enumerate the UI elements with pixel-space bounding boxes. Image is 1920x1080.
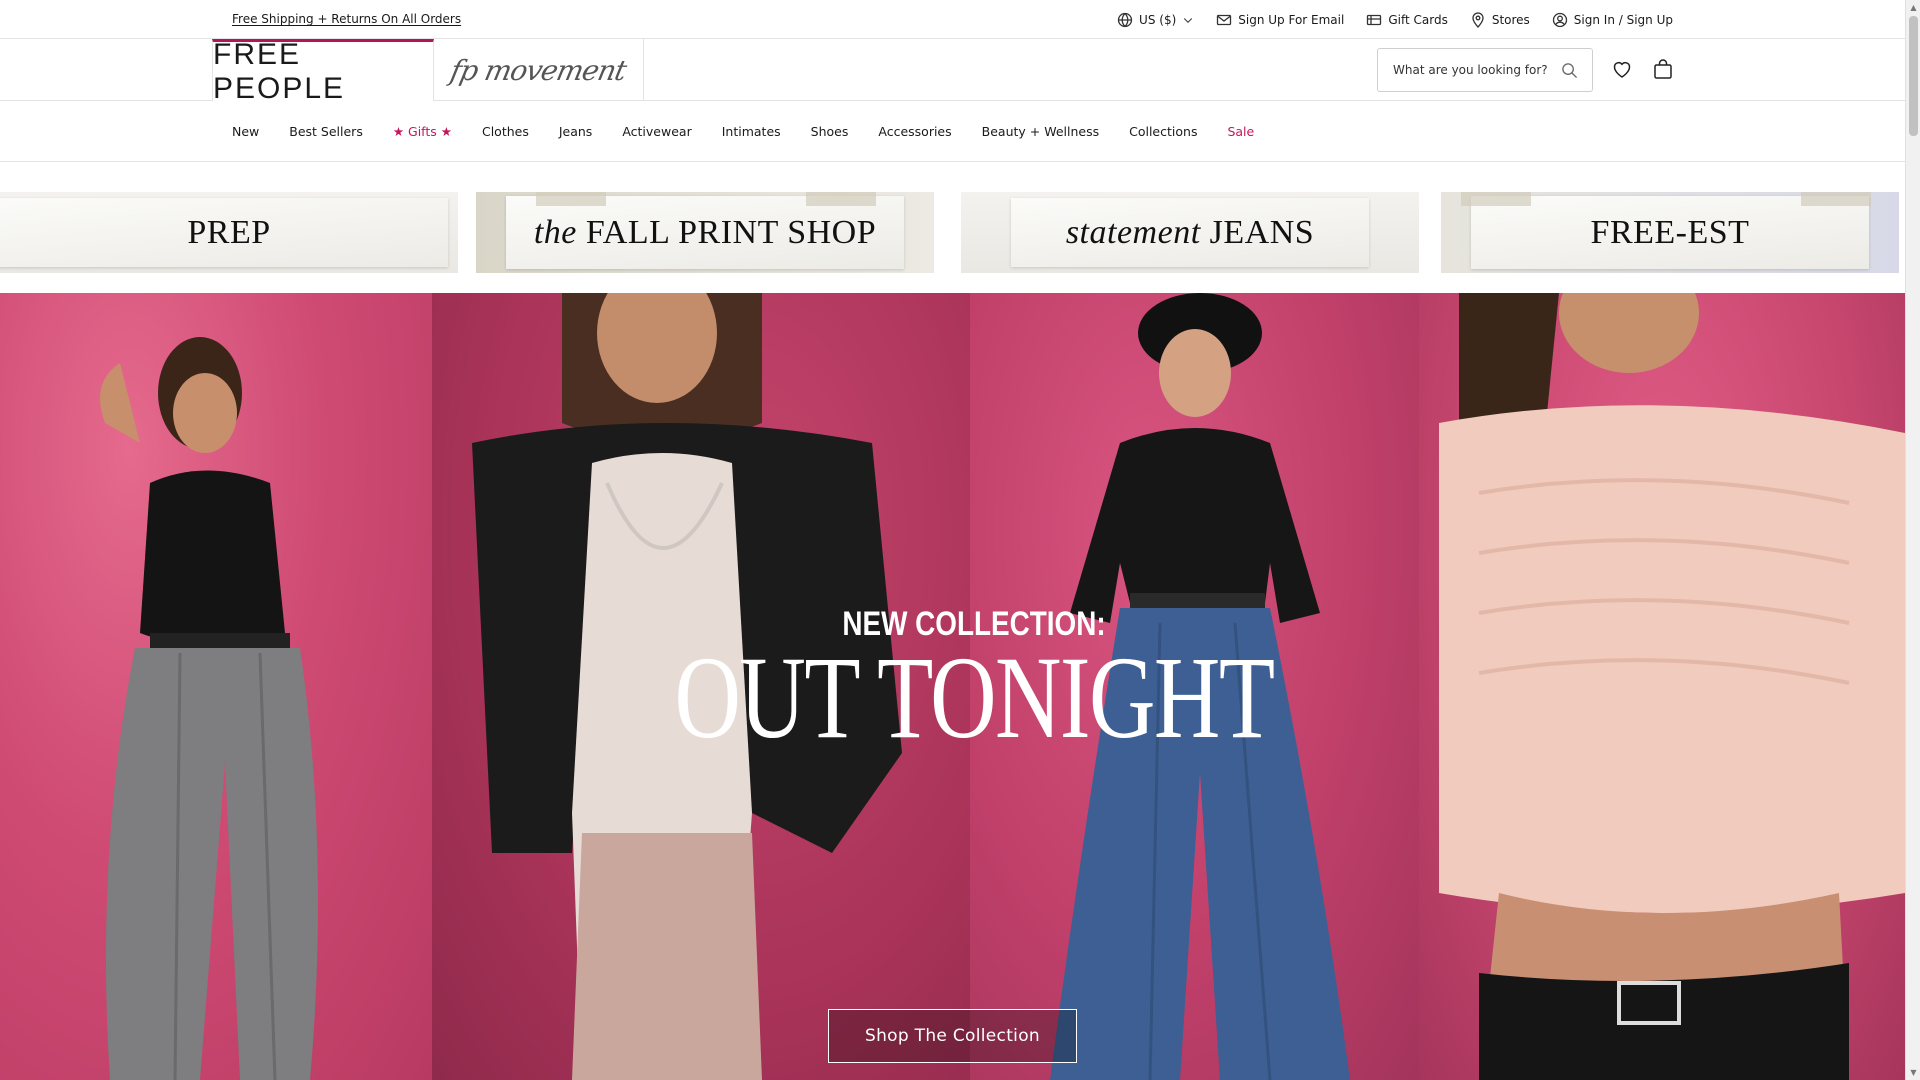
model-figure: [100, 337, 318, 1080]
feature-tile-statement-jeans[interactable]: statement JEANS: [961, 192, 1419, 273]
sign-in-link[interactable]: Sign In / Sign Up: [1552, 12, 1673, 28]
stores-label: Stores: [1491, 12, 1530, 27]
heart-icon: [1613, 62, 1631, 78]
cart-button[interactable]: [1651, 57, 1675, 81]
nav-item-clothes[interactable]: Clothes: [482, 124, 529, 139]
main-nav: New Best Sellers ★ Gifts ★ Clothes Jeans…: [0, 101, 1905, 162]
email-signup-label: Sign Up For Email: [1238, 12, 1345, 27]
nav-item-shoes[interactable]: Shoes: [811, 124, 849, 139]
wishlist-button[interactable]: [1610, 57, 1634, 81]
feature-tile-prep[interactable]: PREP: [0, 192, 458, 273]
email-signup-link[interactable]: Sign Up For Email: [1216, 12, 1344, 28]
promo-link[interactable]: Free Shipping + Returns On All Orders: [232, 12, 461, 26]
feature-label: FREE-EST: [1590, 213, 1750, 251]
site-header: FREE PEOPLE fp movement: [0, 38, 1905, 105]
feature-label: statement JEANS: [1066, 214, 1314, 252]
hero-photo-panel: [432, 293, 970, 1080]
scroll-up-icon[interactable]: ▲: [1906, 0, 1920, 15]
tape-decoration: [806, 192, 876, 206]
fp-movement-logo: fp movement: [447, 53, 630, 87]
gift-cards-label: Gift Cards: [1388, 12, 1448, 27]
stores-link[interactable]: Stores: [1470, 11, 1530, 28]
feature-label-italic: the: [533, 213, 577, 251]
hero-banner[interactable]: NEW COLLECTION: OUT TONIGHT Shop The Col…: [0, 293, 1905, 1080]
nav-item-activewear[interactable]: Activewear: [622, 124, 691, 139]
gift-card-icon: [1367, 14, 1382, 25]
sign-in-label: Sign In / Sign Up: [1573, 12, 1673, 27]
nav-item-new[interactable]: New: [232, 124, 259, 139]
nav-item-best-sellers[interactable]: Best Sellers: [289, 124, 363, 139]
nav-item-jeans[interactable]: Jeans: [559, 124, 592, 139]
gift-cards-link[interactable]: Gift Cards: [1366, 12, 1448, 28]
model-figure: [1050, 293, 1350, 1080]
brand-tab-free-people[interactable]: FREE PEOPLE: [212, 38, 434, 105]
tape-decoration: [1801, 192, 1871, 206]
model-figure: [1439, 293, 1905, 1080]
search-box: [1377, 48, 1593, 92]
model-figure: [472, 293, 902, 1080]
nav-item-collections[interactable]: Collections: [1129, 124, 1197, 139]
utility-links: US ($) Sign Up For Email Gift Cards Stor…: [1117, 0, 1673, 39]
nav-item-beauty-wellness[interactable]: Beauty + Wellness: [982, 124, 1099, 139]
nav-item-gifts[interactable]: ★ Gifts ★: [393, 124, 452, 139]
feature-label-italic: statement: [1065, 213, 1201, 251]
feature-label: the FALL PRINT SHOP: [534, 214, 876, 252]
nav-item-sale[interactable]: Sale: [1227, 124, 1254, 139]
feature-label: PREP: [187, 213, 271, 251]
feature-label-main: JEANS: [1209, 213, 1315, 251]
shop-collection-button[interactable]: Shop The Collection: [828, 1009, 1077, 1063]
nav-item-accessories[interactable]: Accessories: [878, 124, 951, 139]
hero-photo-panel: [0, 293, 432, 1080]
currency-label: US ($): [1139, 12, 1177, 27]
tape-decoration: [1461, 192, 1531, 206]
user-icon: [1552, 12, 1567, 27]
page-scrollbar[interactable]: ▲ ▼: [1905, 0, 1920, 1080]
nav-item-intimates[interactable]: Intimates: [722, 124, 781, 139]
envelope-icon: [1217, 14, 1232, 25]
feature-tile-free-est[interactable]: FREE-EST: [1441, 192, 1899, 273]
chevron-down-icon: [1184, 17, 1193, 23]
brand-tab-fp-movement[interactable]: fp movement: [434, 39, 644, 101]
hero-photo-panel: [1419, 293, 1905, 1080]
scroll-down-icon[interactable]: ▼: [1906, 1065, 1920, 1080]
search-input[interactable]: [1393, 63, 1553, 77]
brand-logo: FREE PEOPLE: [213, 37, 346, 105]
globe-icon: [1117, 12, 1133, 27]
hero-photo-panel: [970, 293, 1419, 1080]
feature-strip: PREP the FALL PRINT SHOP statement JEANS…: [0, 192, 1905, 273]
search-icon[interactable]: [1561, 62, 1578, 79]
bag-icon: [1654, 59, 1672, 79]
tape-decoration: [536, 192, 606, 206]
currency-selector[interactable]: US ($): [1117, 12, 1194, 28]
feature-tile-fall-print-shop[interactable]: the FALL PRINT SHOP: [476, 192, 934, 273]
feature-label-main: FALL PRINT SHOP: [585, 213, 877, 251]
scroll-thumb[interactable]: [1909, 16, 1918, 136]
utility-bar: Free Shipping + Returns On All Orders US…: [0, 0, 1905, 39]
map-pin-icon: [1472, 11, 1484, 28]
